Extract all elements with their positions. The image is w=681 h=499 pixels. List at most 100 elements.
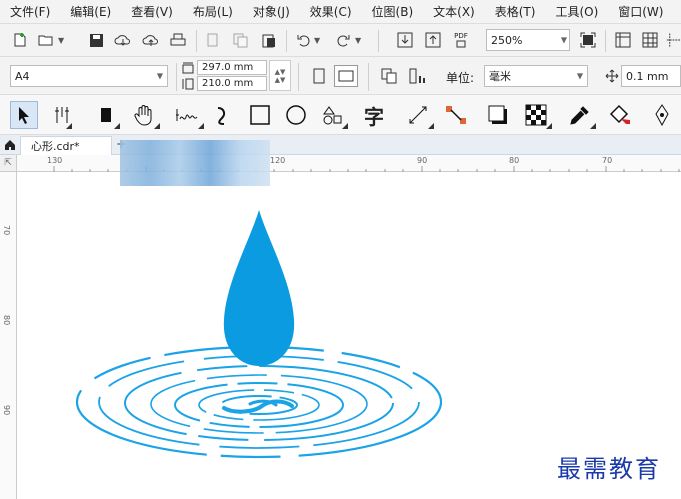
cut-icon[interactable] <box>203 30 223 50</box>
menu-bar: 文件(F) 编辑(E) 查看(V) 布局(L) 对象(J) 效果(C) 位图(B… <box>0 0 681 24</box>
ruler-label: 90 <box>417 156 428 165</box>
artistic-media-tool-icon[interactable] <box>210 101 238 129</box>
menu-bitmaps[interactable]: 位图(B) <box>372 3 414 20</box>
document-tab[interactable]: 心形.cdr* <box>20 136 112 155</box>
chevron-down-icon[interactable]: ▼ <box>157 72 163 81</box>
nudge-distance-icon <box>603 67 621 85</box>
connector-tool-icon[interactable] <box>442 101 470 129</box>
home-icon[interactable] <box>3 137 17 153</box>
vertical-ruler: 70 80 90 <box>0 155 17 499</box>
flyout-corner-icon <box>114 123 120 129</box>
ruler-label: 80 <box>509 156 520 165</box>
guidelines-icon[interactable] <box>666 30 681 50</box>
standard-toolbar: ▼ ▼ ▼ PDF 250% ▼ <box>0 24 681 57</box>
page-height-value: 210.0 mm <box>202 78 254 89</box>
all-pages-icon[interactable] <box>378 65 400 87</box>
flyout-corner-icon <box>66 123 72 129</box>
stepper-down-icon[interactable]: ▲▼ <box>275 76 286 84</box>
obscured-region <box>120 140 270 186</box>
chevron-down-icon[interactable]: ▼ <box>561 36 567 45</box>
cloud-download-icon[interactable] <box>112 30 134 50</box>
landscape-orientation-icon[interactable] <box>334 65 358 87</box>
menu-view[interactable]: 查看(V) <box>131 3 173 20</box>
new-document-icon[interactable] <box>10 30 30 50</box>
chevron-down-icon[interactable]: ▼ <box>58 36 64 45</box>
flyout-corner-icon <box>428 123 434 129</box>
current-page-icon[interactable] <box>406 65 430 87</box>
publish-pdf-icon[interactable]: PDF <box>451 29 471 51</box>
show-rulers-icon[interactable] <box>613 30 633 50</box>
paste-icon[interactable] <box>258 30 278 50</box>
flyout-corner-icon <box>342 123 348 129</box>
page-size-value: A4 <box>15 69 30 83</box>
interactive-fill-tool-icon[interactable] <box>604 101 634 129</box>
export-icon[interactable] <box>423 29 443 51</box>
ruler-label: 70 <box>602 156 613 165</box>
menu-object[interactable]: 对象(J) <box>253 3 290 20</box>
zoom-level-field[interactable]: 250% ▼ <box>486 29 570 51</box>
ruler-label: 120 <box>270 156 286 165</box>
stepper-up-icon[interactable]: ▲▼ <box>275 68 286 76</box>
chevron-down-icon[interactable]: ▼ <box>355 36 361 45</box>
page-width-field[interactable]: 297.0 mm <box>197 60 267 75</box>
zoom-level-value: 250% <box>491 33 523 47</box>
menu-edit[interactable]: 编辑(E) <box>70 3 111 20</box>
show-grid-icon[interactable] <box>640 30 660 50</box>
drop-shadow-tool-icon[interactable] <box>484 101 512 129</box>
copy-icon[interactable] <box>230 30 250 50</box>
document-tab-bar: 心形.cdr* + <box>0 135 681 155</box>
units-value: 毫米 <box>489 70 511 83</box>
full-screen-icon[interactable] <box>578 30 598 50</box>
smart-fill-tool-icon[interactable] <box>648 101 676 129</box>
undo-icon[interactable] <box>293 30 313 50</box>
ruler-label: 130 <box>47 156 63 165</box>
redo-icon[interactable] <box>333 30 353 50</box>
import-icon[interactable] <box>395 29 415 51</box>
page-height-field[interactable]: 210.0 mm <box>197 76 267 91</box>
nudge-distance-value: 0.1 mm <box>626 69 669 83</box>
water-drop <box>223 210 295 366</box>
rectangle-tool-icon[interactable] <box>246 101 274 129</box>
print-icon[interactable] <box>168 30 188 50</box>
ruler-label: 80 <box>2 315 11 326</box>
size-stepper[interactable]: ▲▼ ▲▼ <box>269 60 291 91</box>
portrait-orientation-icon[interactable] <box>309 65 329 87</box>
watermark: 最需教育 <box>557 455 661 483</box>
menu-effects[interactable]: 效果(C) <box>310 3 352 20</box>
open-folder-icon[interactable] <box>36 30 56 50</box>
page-height-icon <box>181 77 195 91</box>
flyout-corner-icon <box>590 123 596 129</box>
ruler-label: 90 <box>2 405 11 416</box>
menu-table[interactable]: 表格(T) <box>495 3 536 20</box>
save-icon[interactable] <box>86 30 106 50</box>
text-tool-icon[interactable]: 字 <box>360 101 388 129</box>
cloud-upload-icon[interactable] <box>140 30 162 50</box>
pick-tool-icon[interactable] <box>10 101 38 129</box>
text-tool-glyph: 字 <box>364 104 384 129</box>
document-tab-label: 心形.cdr* <box>31 140 80 153</box>
nudge-distance-field[interactable]: 0.1 mm <box>621 65 681 87</box>
units-select[interactable]: 毫米 ▼ <box>484 65 588 87</box>
ruler-label: 70 <box>2 225 11 236</box>
menu-file[interactable]: 文件(F) <box>10 3 50 20</box>
page-size-select[interactable]: A4 ▼ <box>10 65 168 87</box>
flyout-corner-icon <box>198 123 204 129</box>
flyout-corner-icon <box>546 123 552 129</box>
flyout-corner-icon <box>154 123 160 129</box>
toolbox: 字 <box>0 95 681 135</box>
chevron-down-icon[interactable]: ▼ <box>314 36 320 45</box>
menu-tools[interactable]: 工具(O) <box>555 3 598 20</box>
horizontal-ruler: 130 120 90 80 70 <box>17 155 681 172</box>
units-label: 单位: <box>446 71 475 85</box>
ruler-origin-icon[interactable]: ⇱ <box>0 155 17 172</box>
pdf-label: PDF <box>454 32 468 40</box>
menu-window[interactable]: 窗口(W) <box>618 3 663 20</box>
page-width-value: 297.0 mm <box>202 62 254 73</box>
ellipse-tool-icon[interactable] <box>282 101 310 129</box>
menu-layout[interactable]: 布局(L) <box>193 3 233 20</box>
property-bar: A4 ▼ 297.0 mm 210.0 mm ▲▼ ▲▼ 单位: 毫米 ▼ 0.… <box>0 57 681 95</box>
ruler-ticks <box>53 166 680 172</box>
menu-text[interactable]: 文本(X) <box>433 3 475 20</box>
chevron-down-icon[interactable]: ▼ <box>577 72 583 81</box>
page-width-icon <box>181 61 195 75</box>
